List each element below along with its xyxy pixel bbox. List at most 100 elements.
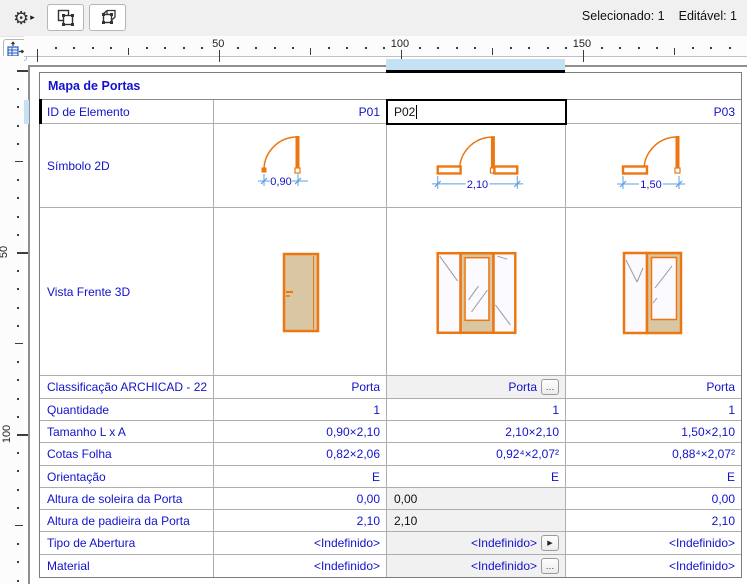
cell-orientacao-p01[interactable]: E — [214, 466, 387, 488]
cell-orientacao-p03[interactable]: E — [566, 466, 741, 488]
ruler-tick — [473, 47, 476, 49]
ellipsis-icon: … — [545, 560, 555, 571]
marquee-3d-select-icon — [97, 8, 119, 28]
ruler-tick — [710, 47, 713, 49]
door-front-3d-p02[interactable] — [387, 208, 566, 376]
ruler-tick — [17, 488, 19, 491]
cell-padieira-p03[interactable]: 2,10 — [566, 510, 741, 532]
cell-tipo-p01[interactable]: <Indefinido> — [214, 532, 387, 555]
row-label-classificacao[interactable]: Classificação ARCHICAD - 22 — [40, 376, 214, 399]
door-symbol-2d-p01[interactable]: 0,90 — [214, 124, 387, 208]
cell-classificacao-p01[interactable]: Porta — [214, 376, 387, 399]
ruler-tick — [219, 49, 220, 62]
ruler-tick — [17, 215, 19, 218]
row-label-cotas-folha[interactable]: Cotas Folha — [40, 443, 214, 466]
horizontal-ruler[interactable]: 50 100 150 — [24, 36, 747, 62]
row-label-altura-padieira[interactable]: Altura de padieira da Porta — [40, 510, 214, 532]
ruler-tick — [17, 361, 19, 364]
door-symbol-2d-p03[interactable]: 1,50 — [566, 124, 741, 208]
ruler-tick — [655, 47, 658, 49]
ruler-tick — [55, 47, 58, 49]
ruler-tick — [17, 233, 19, 236]
ruler-tick — [37, 49, 38, 62]
row-label-vista-frente-3d[interactable]: Vista Frente 3D — [40, 208, 214, 376]
row-label-quantidade[interactable]: Quantidade — [40, 399, 214, 421]
ruler-tick — [583, 49, 584, 62]
cell-material-p01[interactable]: <Indefinido> — [214, 555, 387, 577]
cell-quantidade-p03[interactable]: 1 — [566, 399, 741, 421]
toolbar: ⚙ ▸ Selecionado: 1 Editável: 1 — [0, 0, 747, 37]
ruler-tick — [328, 47, 331, 49]
drawing-frame-left — [28, 65, 30, 584]
ruler-label: 100 — [389, 38, 411, 50]
flyout-arrow-icon: ▸ — [30, 12, 35, 22]
selected-column-marker — [386, 70, 565, 73]
ruler-tick — [91, 47, 94, 49]
cell-material-p03[interactable]: <Indefinido> — [566, 555, 741, 577]
cell-id-p02-edit-box[interactable]: P02 — [386, 99, 567, 125]
selected-row-marker — [39, 99, 42, 124]
door-symbol-2d-p02[interactable]: 2,10 — [387, 124, 566, 208]
cell-tipo-p02[interactable]: <Indefinido> ▶ — [387, 532, 566, 555]
row-label-tamanho[interactable]: Tamanho L x A — [40, 421, 214, 443]
ruler-tick — [255, 47, 258, 49]
ruler-tick — [15, 343, 23, 344]
ruler-tick — [17, 197, 19, 200]
row-label-id-de-elemento[interactable]: ID de Elemento — [40, 100, 214, 124]
row-label-simbolo-2d[interactable]: Símbolo 2D — [40, 124, 214, 208]
cell-quantidade-p02[interactable]: 1 — [387, 399, 566, 421]
door-front-3d-p03[interactable] — [566, 208, 741, 376]
ruler-tick — [564, 47, 567, 49]
row-label-tipo-abertura[interactable]: Tipo de Abertura — [40, 532, 214, 555]
ruler-label: 100 — [1, 424, 14, 444]
cell-classificacao-p02[interactable]: Porta… — [387, 376, 566, 399]
cell-material-p02[interactable]: <Indefinido>… — [387, 555, 566, 577]
ruler-tick — [492, 48, 493, 55]
cell-cotas-p02[interactable]: 0,92⁴×2,07² — [387, 443, 566, 466]
cell-classificacao-p03[interactable]: Porta — [566, 376, 741, 399]
cell-cotas-p01[interactable]: 0,82×2,06 — [214, 443, 387, 466]
option-popup-button[interactable]: ▶ — [541, 535, 559, 551]
ruler-tick — [73, 47, 76, 49]
row-label-material[interactable]: Material — [40, 555, 214, 577]
cell-id-p03[interactable]: P03 — [566, 100, 741, 124]
select-in-2d-button[interactable] — [47, 4, 84, 31]
svg-text:2,10: 2,10 — [467, 178, 488, 190]
cell-tipo-p03[interactable]: <Indefinido> — [566, 532, 741, 555]
ruler-tick — [364, 47, 367, 49]
row-label-altura-soleira[interactable]: Altura de soleira da Porta — [40, 488, 214, 510]
vertical-ruler[interactable]: 50 100 — [0, 56, 29, 584]
cell-cotas-p03[interactable]: 0,88⁴×2,07² — [566, 443, 741, 466]
material-browse-button[interactable]: … — [541, 558, 559, 574]
cell-quantidade-p01[interactable]: 1 — [214, 399, 387, 421]
settings-menu-button[interactable]: ⚙ ▸ — [5, 4, 43, 31]
ruler-tick — [182, 47, 185, 49]
cell-orientacao-p02[interactable]: E — [387, 466, 566, 488]
door-front-3d-p01[interactable] — [214, 208, 387, 376]
ruler-tick — [17, 579, 19, 582]
cell-padieira-p01[interactable]: 2,10 — [214, 510, 387, 532]
ruler-tick — [310, 48, 311, 55]
cell-tamanho-p01[interactable]: 0,90×2,10 — [214, 421, 387, 443]
ruler-tick — [15, 525, 23, 526]
cell-value: <Indefinido> — [470, 536, 537, 550]
selected-column-ruler-highlight — [386, 59, 565, 70]
ruler-label: 50 — [0, 245, 11, 259]
ruler-tick — [128, 48, 129, 55]
ruler-tick — [237, 47, 240, 49]
row-label-orientacao[interactable]: Orientação — [40, 466, 214, 488]
cell-tamanho-p02[interactable]: 2,10×2,10 — [387, 421, 566, 443]
cell-soleira-p02-editable[interactable]: 0,00 — [387, 488, 566, 510]
classification-browse-button[interactable]: … — [541, 379, 559, 395]
door-schedule-table: Mapa de Portas ID de Elemento P01 P02 P0… — [39, 72, 742, 578]
cell-soleira-p01[interactable]: 0,00 — [214, 488, 387, 510]
ruler-tick — [164, 47, 167, 49]
cell-tamanho-p03[interactable]: 1,50×2,10 — [566, 421, 741, 443]
cell-soleira-p03[interactable]: 0,00 — [566, 488, 741, 510]
ruler-tick — [291, 47, 294, 49]
ruler-tick — [109, 47, 112, 49]
cell-id-p01[interactable]: P01 — [214, 100, 387, 124]
ruler-tick — [619, 47, 622, 49]
select-in-3d-button[interactable] — [89, 4, 126, 31]
cell-padieira-p02-editable[interactable]: 2,10 — [387, 510, 566, 532]
